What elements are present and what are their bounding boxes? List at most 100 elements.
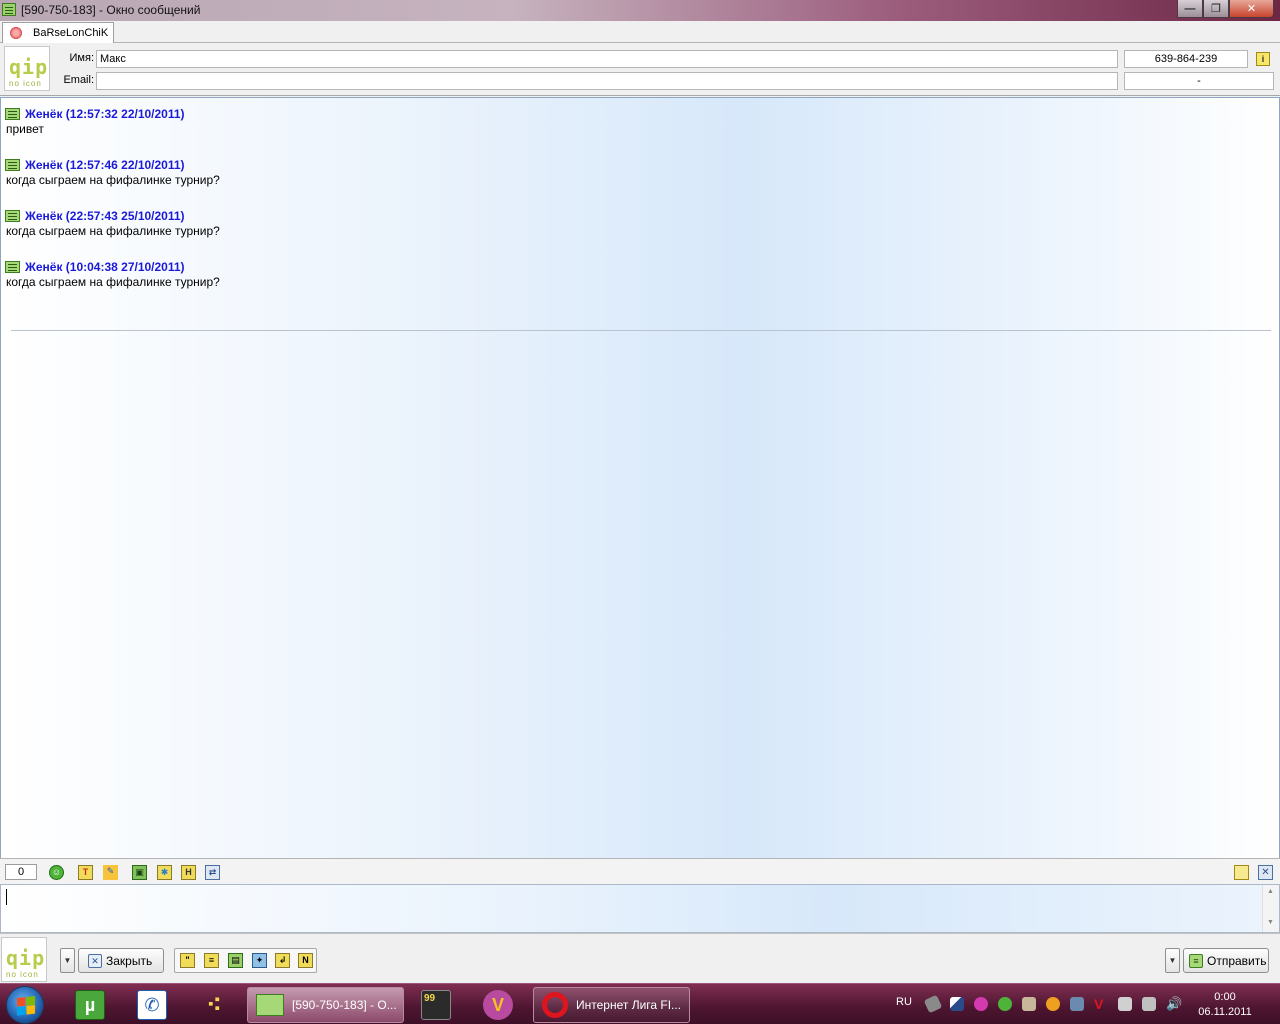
tab-contact[interactable]: BaRseLonChiK [2,22,114,43]
taskbar-app-qip[interactable]: ⁖ [184,988,244,1022]
flag-error-icon[interactable] [1118,997,1132,1011]
windows-logo-icon [17,996,35,1016]
translit-icon[interactable]: ⇄ [205,865,220,880]
system-tray: RU V 🔊 0:00 06.11.2011 [890,984,1280,1024]
scroll-down-icon[interactable]: ▼ [1267,919,1274,926]
note-icon[interactable] [1234,865,1249,880]
close-button[interactable]: ✕ Закрыть [78,948,164,973]
message-icon [5,260,20,273]
input-scrollbar[interactable]: ▲ ▼ [1262,885,1279,932]
message-window: BaRseLonChiK qip no icon Имя: Макс Email… [0,21,1280,983]
network-icon[interactable] [1142,997,1156,1011]
orange-circle-icon[interactable] [1046,997,1060,1011]
quote-icon[interactable]: " [180,953,195,968]
snowflake-icon[interactable]: ✱ [157,865,172,880]
email-field[interactable] [96,72,1118,90]
window-controls: — ❐ ✕ [1177,0,1274,18]
taskbar-window-chat[interactable]: [590-750-183] - О... [247,987,404,1023]
history-icon[interactable]: H [181,865,196,880]
window-title: [590-750-183] - Окно сообщений [21,3,201,17]
phone-icon: ✆ [137,990,167,1020]
message-icon [5,107,20,120]
message-header: Женёк (12:57:32 22/10/2011) [25,106,185,121]
clock-time: 0:00 [1214,991,1236,1003]
my-avatar: qip no icon [1,937,47,982]
qip-logo: qip [9,55,49,79]
scroll-up-icon[interactable]: ▲ [1267,888,1274,895]
taskbar-window-opera[interactable]: Интернет Лига FI... [533,987,690,1023]
file-transfer-icon[interactable]: ▤ [228,953,243,968]
template-icon[interactable]: ≡ [204,953,219,968]
network-monitor-icon[interactable] [950,997,964,1011]
extra-field[interactable]: - [1124,72,1274,90]
taskbar-app-v[interactable]: V [468,988,528,1022]
message-header: Женёк (10:04:38 27/10/2011) [25,259,185,274]
text-caret [6,889,7,905]
notify-icon[interactable]: N [298,953,313,968]
opera-icon [542,992,568,1018]
send-options-dropdown[interactable]: ▼ [1165,948,1180,973]
send-button[interactable]: ≡ Отправить [1183,948,1269,973]
color-icon[interactable]: ✎ [103,865,118,880]
monitor-icon: 99 [421,990,451,1020]
minimize-button[interactable]: — [1177,0,1203,18]
utorrent-icon: µ [75,990,105,1020]
smiley-icon[interactable]: ☺ [49,865,64,880]
contacts-icon[interactable]: ✦ [252,953,267,968]
qip-dots-icon: ⁖ [206,992,222,1017]
contact-details-icon[interactable]: i [1256,52,1270,66]
tools-icon[interactable] [1070,997,1084,1011]
uin-field[interactable]: 639-864-239 [1124,50,1248,68]
taskbar-app-monitor[interactable]: 99 [406,988,466,1022]
contact-info-panel: qip no icon Имя: Макс Email: 639-864-239… [0,43,1280,96]
taskbar-window-label: Интернет Лига FI... [576,998,682,1012]
save-icon[interactable]: ▣ [132,865,147,880]
send-mode-icon[interactable]: ↲ [275,953,290,968]
input-toolbar: 0 ☺ T ✎ ▣ ✱ H ⇄ ✕ [0,858,1280,884]
message-item: Женёк (22:57:43 25/10/2011) когда сыграе… [5,208,220,238]
clock[interactable]: 0:00 06.11.2011 [1190,990,1260,1020]
message-text: когда сыграем на фифалинке турнир? [6,275,220,289]
title-bar[interactable]: [590-750-183] - Окно сообщений — ❐ ✕ [0,0,1280,21]
name-label: Имя: [69,52,94,64]
clock-date: 06.11.2011 [1198,1006,1252,1018]
qip-message-icon [2,3,16,16]
email-label: Email: [63,74,94,86]
start-button[interactable] [6,986,44,1024]
language-indicator[interactable]: RU [896,996,912,1008]
pen-icon[interactable] [1022,997,1036,1011]
message-text: привет [6,122,44,136]
volume-icon[interactable]: 🔊 [1166,997,1182,1011]
taskbar-app-utorrent[interactable]: µ [60,988,120,1022]
history-separator [11,330,1271,331]
taskbar-window-label: [590-750-183] - О... [292,998,397,1012]
avatar-caption: no icon [6,970,39,979]
mode-toolbar: " ≡ ▤ ✦ ↲ N [174,948,317,973]
usb-icon[interactable] [923,994,943,1014]
message-header: Женёк (22:57:43 25/10/2011) [25,208,185,223]
qip-flower-icon[interactable] [998,997,1012,1011]
heart-icon[interactable] [974,997,988,1011]
send-icon: ≡ [1189,953,1203,968]
text-format-icon[interactable]: T [78,865,93,880]
taskbar: µ ✆ ⁖ [590-750-183] - О... 99 V Интернет… [0,983,1280,1024]
close-tab-icon[interactable]: ✕ [1258,865,1273,880]
name-field[interactable]: Макс [96,50,1118,68]
close-window-button[interactable]: ✕ [1229,0,1274,18]
tab-label: BaRseLonChiK [33,27,109,39]
antivirus-icon[interactable]: V [1094,997,1108,1011]
gear-v-icon: V [483,990,513,1020]
maximize-button[interactable]: ❐ [1203,0,1229,18]
chat-history[interactable]: Женёк (12:57:32 22/10/2011) привет Женёк… [0,97,1280,877]
close-icon: ✕ [88,953,102,968]
qip-message-icon [256,994,284,1016]
avatar-caption: no icon [9,79,42,88]
close-options-dropdown[interactable]: ▼ [60,948,75,973]
taskbar-app-phone[interactable]: ✆ [122,988,182,1022]
message-input[interactable]: ▲ ▼ [0,884,1280,933]
message-icon [5,209,20,222]
message-header: Женёк (12:57:46 22/10/2011) [25,157,185,172]
message-item: Женёк (12:57:32 22/10/2011) привет [5,106,185,136]
contact-avatar: qip no icon [4,46,50,91]
qip-logo: qip [6,946,46,970]
